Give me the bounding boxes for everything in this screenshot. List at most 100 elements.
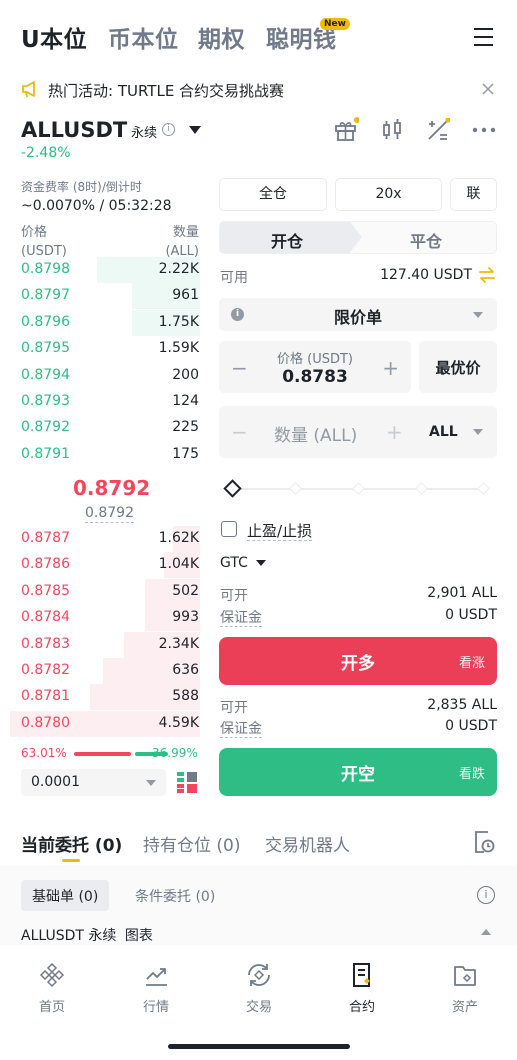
transfer-icon[interactable] [478,266,496,284]
orderbook-price: 0.8794 [21,366,70,383]
short-margin-value: 0 USDT [445,718,497,734]
tab-close[interactable]: 平仓 [410,228,442,252]
nav-assets[interactable]: 资产 [435,962,495,1015]
leverage-button[interactable]: 20x [335,178,442,211]
orderbook-price: 0.8785 [21,582,70,599]
tab-options[interactable]: 期权 [198,20,245,54]
tab-coin-m[interactable]: 币本位 [108,20,179,54]
tab-trading-bots[interactable]: 交易机器人 [265,831,350,856]
chevron-down-icon [146,780,156,786]
close-icon[interactable] [482,83,494,95]
order-type-value: 限价单 [333,308,382,327]
quantity-slider[interactable] [223,479,490,499]
announcement-bar[interactable]: 热门活动: TURTLE 合约交易挑战赛 [0,73,517,105]
candlestick-icon[interactable] [381,118,403,142]
orderbook-qty: 993 [172,609,199,626]
orderbook-row[interactable]: 0.8795 1.59K [0,336,205,362]
info-icon[interactable]: i [477,886,495,904]
orderbook-price: 0.8784 [21,609,70,626]
announcement-text: 热门活动: TURTLE 合约交易挑战赛 [48,82,285,100]
tab-positions[interactable]: 持有仓位 (0) [143,831,240,856]
margin-mode-button[interactable]: 全仓 [219,178,327,211]
active-tab-indicator [62,859,80,862]
tab-usdt-m[interactable]: U本位 [21,20,87,54]
available-label: 可用 [220,270,248,286]
subtab-basic-orders[interactable]: 基础单 (0) [21,880,110,911]
orderbook-row[interactable]: 0.8792 225 [0,415,205,441]
order-type-select[interactable]: i 限价单 [219,298,497,331]
futures-icon [353,963,370,987]
long-can-open-value: 2,901 ALL [427,585,497,601]
buy-ratio-text: 63.01% [21,746,67,760]
orderbook-row[interactable]: 0.8791 175 [0,442,205,468]
chevron-up-icon[interactable] [481,929,491,935]
orderbook-row[interactable]: 0.8786 1.04K [0,552,205,579]
order-history-icon[interactable] [473,830,495,854]
tab-open[interactable]: 开仓 [271,228,303,252]
short-margin-label: 保证金 [220,721,262,738]
open-long-button[interactable]: 开多 看涨 [219,637,497,685]
orderbook-row[interactable]: 0.8782 636 [0,658,205,684]
tpsl-label[interactable]: 止盈/止损 [247,520,313,541]
precision-select[interactable]: 0.0001 [21,769,166,796]
mark-price[interactable]: 0.8792 [85,505,134,523]
orderbook-row[interactable]: 0.8794 200 [0,363,205,389]
open-close-toggle: 开仓 平仓 [219,221,497,254]
time-in-force-select[interactable]: GTC [220,555,267,571]
orderbook-qty: 2.22K [158,261,199,277]
orderbook-price-header: 价格 (USDT) [21,225,67,259]
orderbook-qty: 588 [172,688,199,705]
new-badge: New [320,18,350,30]
orderbook-row[interactable]: 0.8781 588 [0,684,205,711]
plus-icon[interactable]: + [382,356,399,380]
subtab-conditional-orders[interactable]: 条件委托 (0) [124,880,226,911]
orderbook-qty: 502 [172,582,199,599]
orderbook-price: 0.8780 [21,714,70,731]
more-icon[interactable] [472,125,496,135]
long-margin-label: 保证金 [220,610,262,627]
quantity-placeholder: 数量 (ALL) [274,426,358,446]
orderbook-price: 0.8782 [21,662,70,678]
orderbook-row[interactable]: 0.8783 2.34K [0,631,205,658]
tab-open-orders[interactable]: 当前委托 (0) [21,831,122,856]
nav-markets[interactable]: 行情 [126,962,186,1015]
order-filter-row[interactable]: ALLUSDT 永续 图表 [21,925,153,945]
home-indicator[interactable] [168,1044,350,1049]
orderbook-layout-icon[interactable] [177,771,197,793]
minus-icon[interactable]: − [231,420,248,444]
last-price[interactable]: 0.8792 [73,476,150,500]
orderbook-row[interactable]: 0.8785 502 [0,578,205,605]
orderbook-row[interactable]: 0.8784 993 [0,605,205,632]
nav-trade[interactable]: 交易 [229,962,289,1015]
orderbook-qty: 636 [172,662,199,678]
orderbook-row[interactable]: 0.8796 1.75K [0,309,205,336]
orderbook-row[interactable]: 0.8787 1.62K [0,526,205,552]
open-short-button[interactable]: 开空 看跌 [219,748,497,796]
info-icon[interactable]: i [162,123,175,136]
symbol-dropdown-icon[interactable] [189,126,201,134]
chart-trend-icon [146,968,167,986]
best-price-button[interactable]: 最优价 [419,341,497,393]
gift-icon[interactable] [333,117,359,143]
price-input[interactable]: − 价格 (USDT) 0.8783 + [219,341,411,393]
quantity-unit[interactable]: ALL [429,424,458,440]
menu-icon[interactable] [474,28,493,52]
orderbook-row[interactable]: 0.8797 961 [0,283,205,310]
asset-mode-button[interactable]: 联 [450,178,497,211]
plus-icon[interactable]: + [386,420,403,444]
orderbook-row[interactable]: 0.8793 124 [0,389,205,415]
nav-home[interactable]: 首页 [22,962,82,1015]
calculator-icon[interactable] [426,118,450,142]
exchange-icon [248,964,270,986]
quantity-input[interactable]: − 数量 (ALL) + ALL [219,406,497,458]
symbol-name[interactable]: ALLUSDT [21,118,127,142]
orderbook-row[interactable]: 0.8780 4.59K [0,710,205,737]
short-can-open-label: 可开 [220,700,248,716]
nav-futures[interactable]: 合约 [332,962,392,1015]
orderbook-row[interactable]: 0.8798 2.22K [0,257,205,283]
orderbook-qty: 124 [172,393,199,409]
tpsl-checkbox[interactable] [221,521,237,537]
orderbook-qty: 961 [172,287,199,304]
orderbook-qty: 175 [172,445,199,462]
slider-handle[interactable] [223,479,242,498]
